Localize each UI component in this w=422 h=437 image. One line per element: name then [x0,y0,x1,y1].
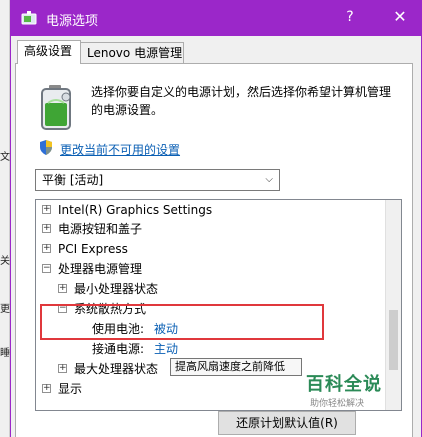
power-plan-select[interactable]: 平衡 [活动] ⌵ [35,169,280,191]
battery-plan-icon [41,85,71,130]
background-text-fragment: 更 [0,304,10,315]
expand-icon[interactable]: + [42,384,51,393]
tree-item-label: PCI Express [58,242,128,256]
expand-icon[interactable]: + [42,244,51,253]
uac-shield-icon [40,140,52,155]
tab-lenovo-power-management[interactable]: Lenovo 电源管理 [80,42,184,64]
tree-item-plugged-in[interactable]: 接通电源: 主动 [92,340,372,358]
tree-item-label: 电源按钮和盖子 [58,222,143,236]
tree-item-system-cooling-policy[interactable]: − 系统散热方式 [56,300,376,318]
title-bar[interactable]: 电源选项 ? ✕ [10,0,422,36]
window-title: 电源选项 [46,14,99,29]
watermark-title: 百科全说 [306,374,382,395]
power-plan-select-value: 平衡 [活动] [42,173,104,187]
expand-icon[interactable]: + [58,364,67,373]
tree-item-minimum-processor-state[interactable]: + 最小处理器状态 [56,280,376,298]
tree-item-intel-graphics[interactable]: + Intel(R) Graphics Settings [40,201,380,219]
help-button[interactable]: ? [338,7,362,27]
tree-item-on-battery[interactable]: 使用电池: 被动 [92,320,372,338]
tree-item-label: Intel(R) Graphics Settings [58,203,213,217]
tree-item-label: 显示 [58,382,83,396]
description-line-2: 的电源设置。 [91,103,164,117]
setting-label: 接通电源: [92,342,145,356]
expand-icon[interactable]: + [42,205,51,214]
tree-item-pci-express[interactable]: + PCI Express [40,240,380,258]
background-text-fragment: 睡 [0,348,10,359]
tree-item-label: 最大处理器状态 [74,362,159,376]
tab-advanced-settings[interactable]: 高级设置 [17,40,81,64]
description-line-1: 选择你要自定义的电源计划，然后选择你希望计算机管理 [91,85,392,99]
background-app-strip: 文 关 更 睡 [0,0,10,437]
expand-icon[interactable]: + [58,284,67,293]
tree-item-label: 系统散热方式 [74,302,147,316]
scrollbar-thumb[interactable] [389,310,398,370]
watermark-subtitle: 助你轻松解决 [310,399,365,409]
collapse-icon[interactable]: − [42,264,51,273]
setting-label: 使用电池: [92,322,145,336]
restore-plan-defaults-button[interactable]: 还原计划默认值(R) [218,411,356,435]
change-unavailable-settings-link[interactable]: 更改当前不可用的设置 [60,141,180,158]
collapse-icon[interactable]: − [58,304,67,313]
background-text-fragment: 文 [0,152,10,163]
setting-value[interactable]: 主动 [154,340,178,358]
watermark: 百科全说 助你轻松解决 [302,370,402,412]
tree-item-label: 处理器电源管理 [58,262,143,276]
tree-item-power-buttons-lid[interactable]: + 电源按钮和盖子 [40,220,380,238]
expand-icon[interactable]: + [42,224,51,233]
setting-value[interactable]: 被动 [154,320,178,338]
power-options-icon [21,11,37,25]
tooltip: 提高风扇速度之前降低 [170,358,302,376]
tree-item-label: 最小处理器状态 [74,282,159,296]
chevron-down-icon: ⌵ [265,174,273,185]
close-button[interactable]: ✕ [386,6,414,28]
background-text-fragment: 关 [0,256,10,267]
tree-item-processor-power-management[interactable]: − 处理器电源管理 [40,260,380,278]
